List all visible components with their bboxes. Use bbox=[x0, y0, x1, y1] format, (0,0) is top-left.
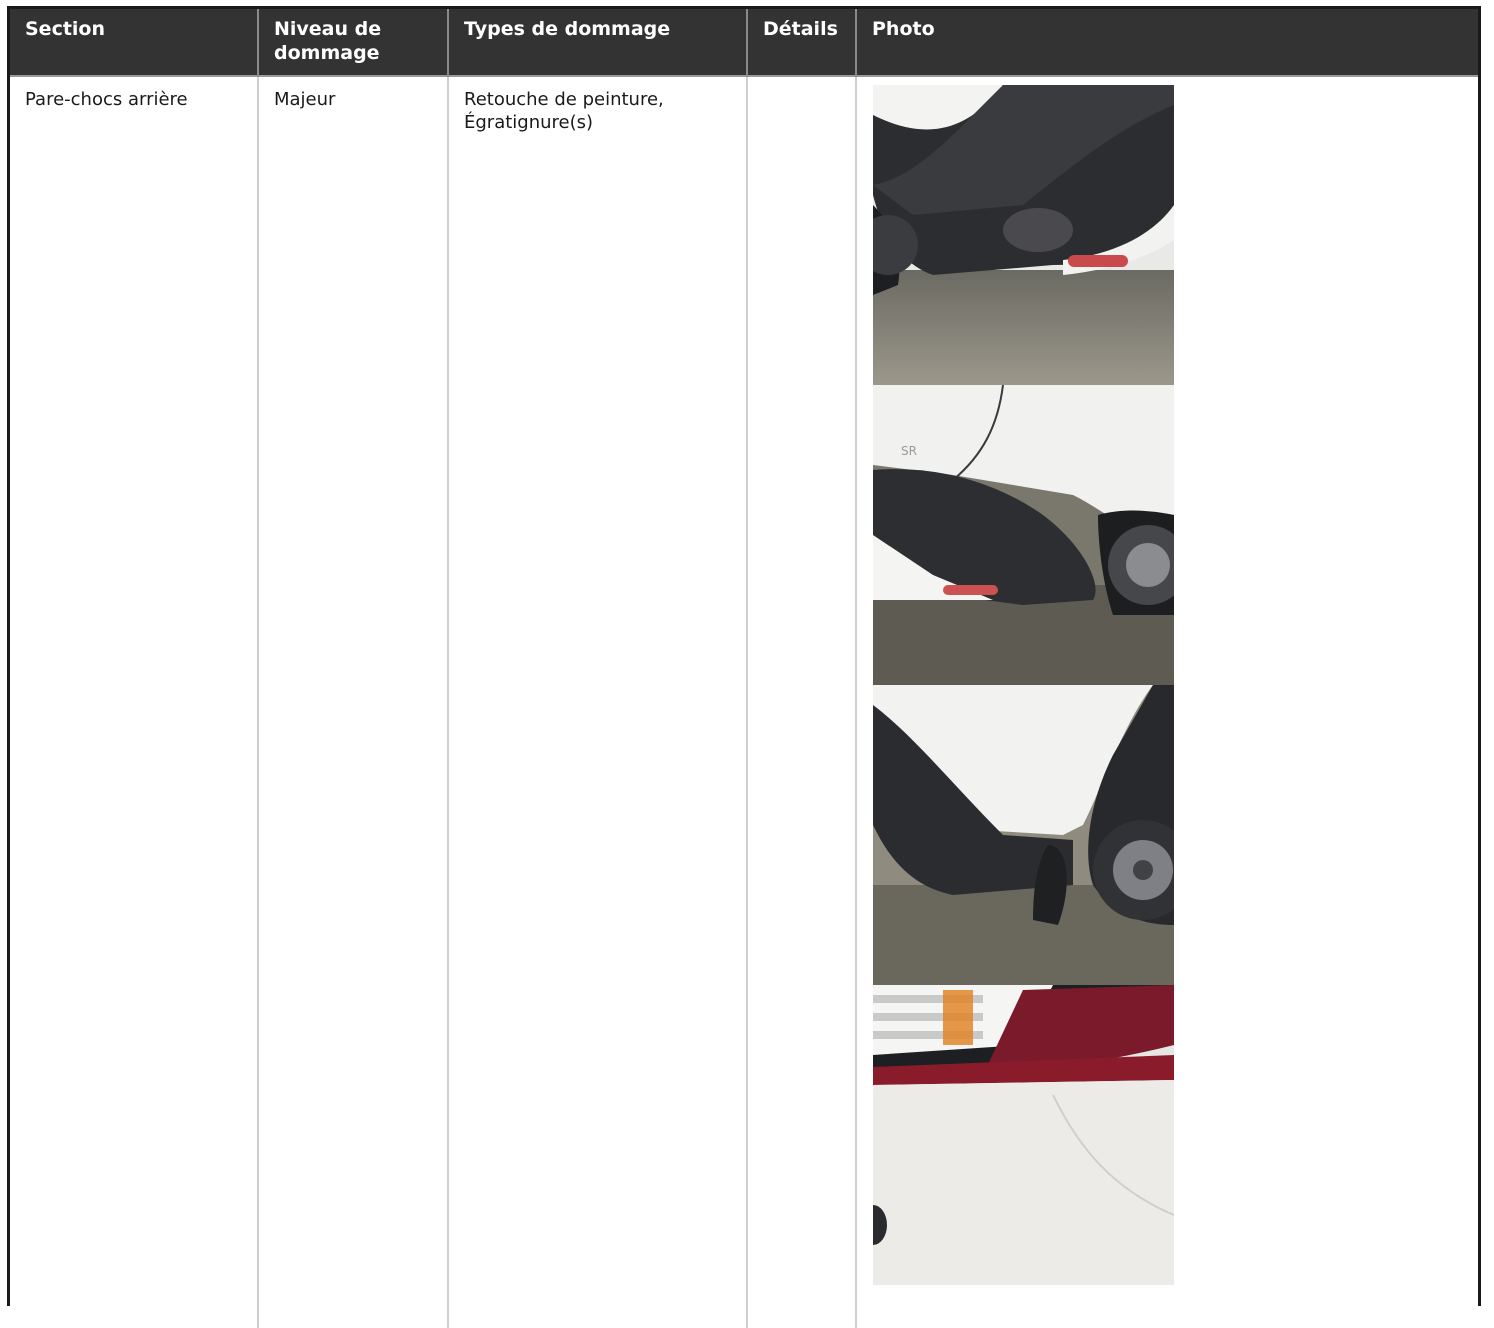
table-header-row: Section Niveau de dommage Types de domma… bbox=[10, 9, 1478, 76]
cell-photo: SR bbox=[856, 76, 1478, 1328]
header-section: Section bbox=[10, 9, 259, 76]
table-row: Pare-chocs arrière Majeur Retouche de pe… bbox=[10, 76, 1478, 1328]
tail-light-bumper-photo[interactable] bbox=[873, 985, 1174, 1285]
cell-types: Retouche de peinture, Égratignure(s) bbox=[448, 76, 748, 1328]
header-photo: Photo bbox=[856, 9, 1478, 76]
cell-details bbox=[747, 76, 857, 1328]
photo-list: SR bbox=[873, 85, 1468, 1285]
cell-niveau: Majeur bbox=[258, 76, 449, 1328]
rear-wheel-arch-photo[interactable] bbox=[873, 685, 1174, 985]
cell-section: Pare-chocs arrière bbox=[10, 76, 259, 1328]
svg-text:SR: SR bbox=[901, 444, 917, 458]
rear-bumper-corner-photo[interactable] bbox=[873, 85, 1174, 385]
header-niveau: Niveau de dommage bbox=[258, 9, 449, 76]
rear-bumper-side-photo[interactable]: SR bbox=[873, 385, 1174, 685]
header-details: Détails bbox=[747, 9, 857, 76]
damage-table: Section Niveau de dommage Types de domma… bbox=[10, 9, 1478, 1328]
header-types: Types de dommage bbox=[448, 9, 748, 76]
